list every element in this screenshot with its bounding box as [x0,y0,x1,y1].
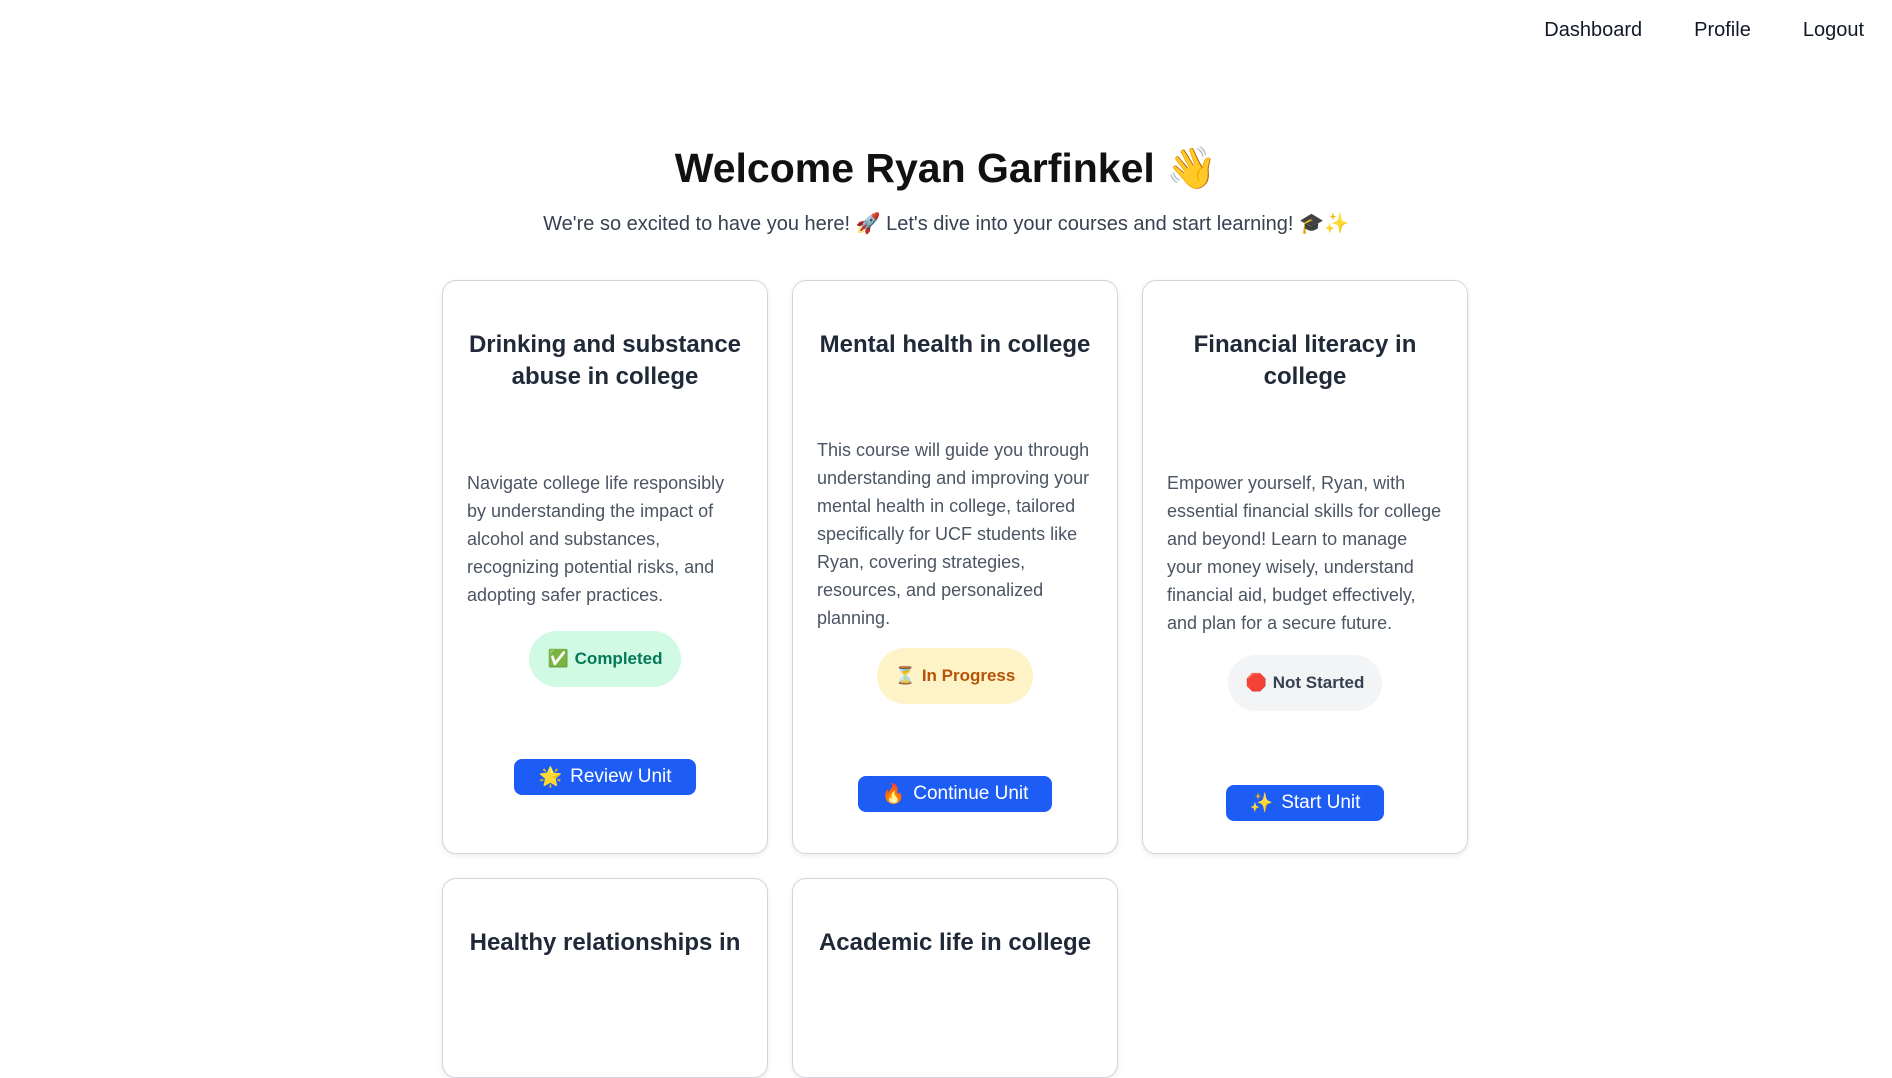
course-description: This course will guide you through under… [817,440,1090,628]
course-card: Drinking and substance abuse in college … [442,280,768,854]
button-label: Review Unit [570,766,672,787]
status-label: In Progress [921,666,1016,685]
button-label: Continue Unit [913,783,1029,804]
status-label: Completed [574,649,663,668]
course-title: Drinking and substance abuse in college [468,331,742,390]
course-title: Mental health in college [819,331,1091,358]
star-icon: 🌟 [538,767,563,788]
checkmark-icon: ✅ [547,649,569,668]
status-badge: ✅ Completed [529,631,681,687]
course-description: Empower yourself, Ryan, with essential f… [1167,473,1442,633]
nav-logout-link[interactable]: Logout [1803,19,1864,42]
stop-sign-icon: 🛑 [1245,673,1267,692]
course-card: Mental health in college This course wil… [792,280,1118,854]
button-label: Start Unit [1281,792,1361,813]
course-grid: Drinking and substance abuse in college … [442,280,1472,1078]
course-title: Financial literacy in college [1193,331,1417,390]
nav-profile-link[interactable]: Profile [1694,19,1751,42]
welcome-subtitle: We're so excited to have you here! 🚀 Let… [543,213,1349,235]
status-badge: ⏳ In Progress [876,648,1034,704]
start-unit-button[interactable]: ✨ Start Unit [1225,785,1385,821]
course-title: Healthy relationships in [469,929,741,956]
continue-unit-button[interactable]: 🔥 Continue Unit [857,776,1053,812]
course-description: Navigate college life responsibly by und… [467,473,725,605]
status-label: Not Started [1272,673,1365,692]
course-card: Academic life in college [792,878,1118,1078]
course-card: Healthy relationships in [442,878,768,1078]
course-title: Academic life in college [818,929,1092,956]
sparkles-icon: ✨ [1249,793,1274,814]
review-unit-button[interactable]: 🌟 Review Unit [514,759,696,795]
welcome-section: Welcome Ryan Garfinkel 👋 We're so excite… [0,140,1892,238]
fire-icon: 🔥 [881,784,906,805]
status-badge: 🛑 Not Started [1227,655,1383,711]
hourglass-icon: ⏳ [894,666,916,685]
nav-dashboard-link[interactable]: Dashboard [1544,19,1642,42]
top-navigation: Dashboard Profile Logout [1492,0,1892,60]
course-card: Financial literacy in college Empower yo… [1142,280,1468,854]
welcome-title: Welcome Ryan Garfinkel 👋 [674,145,1218,191]
